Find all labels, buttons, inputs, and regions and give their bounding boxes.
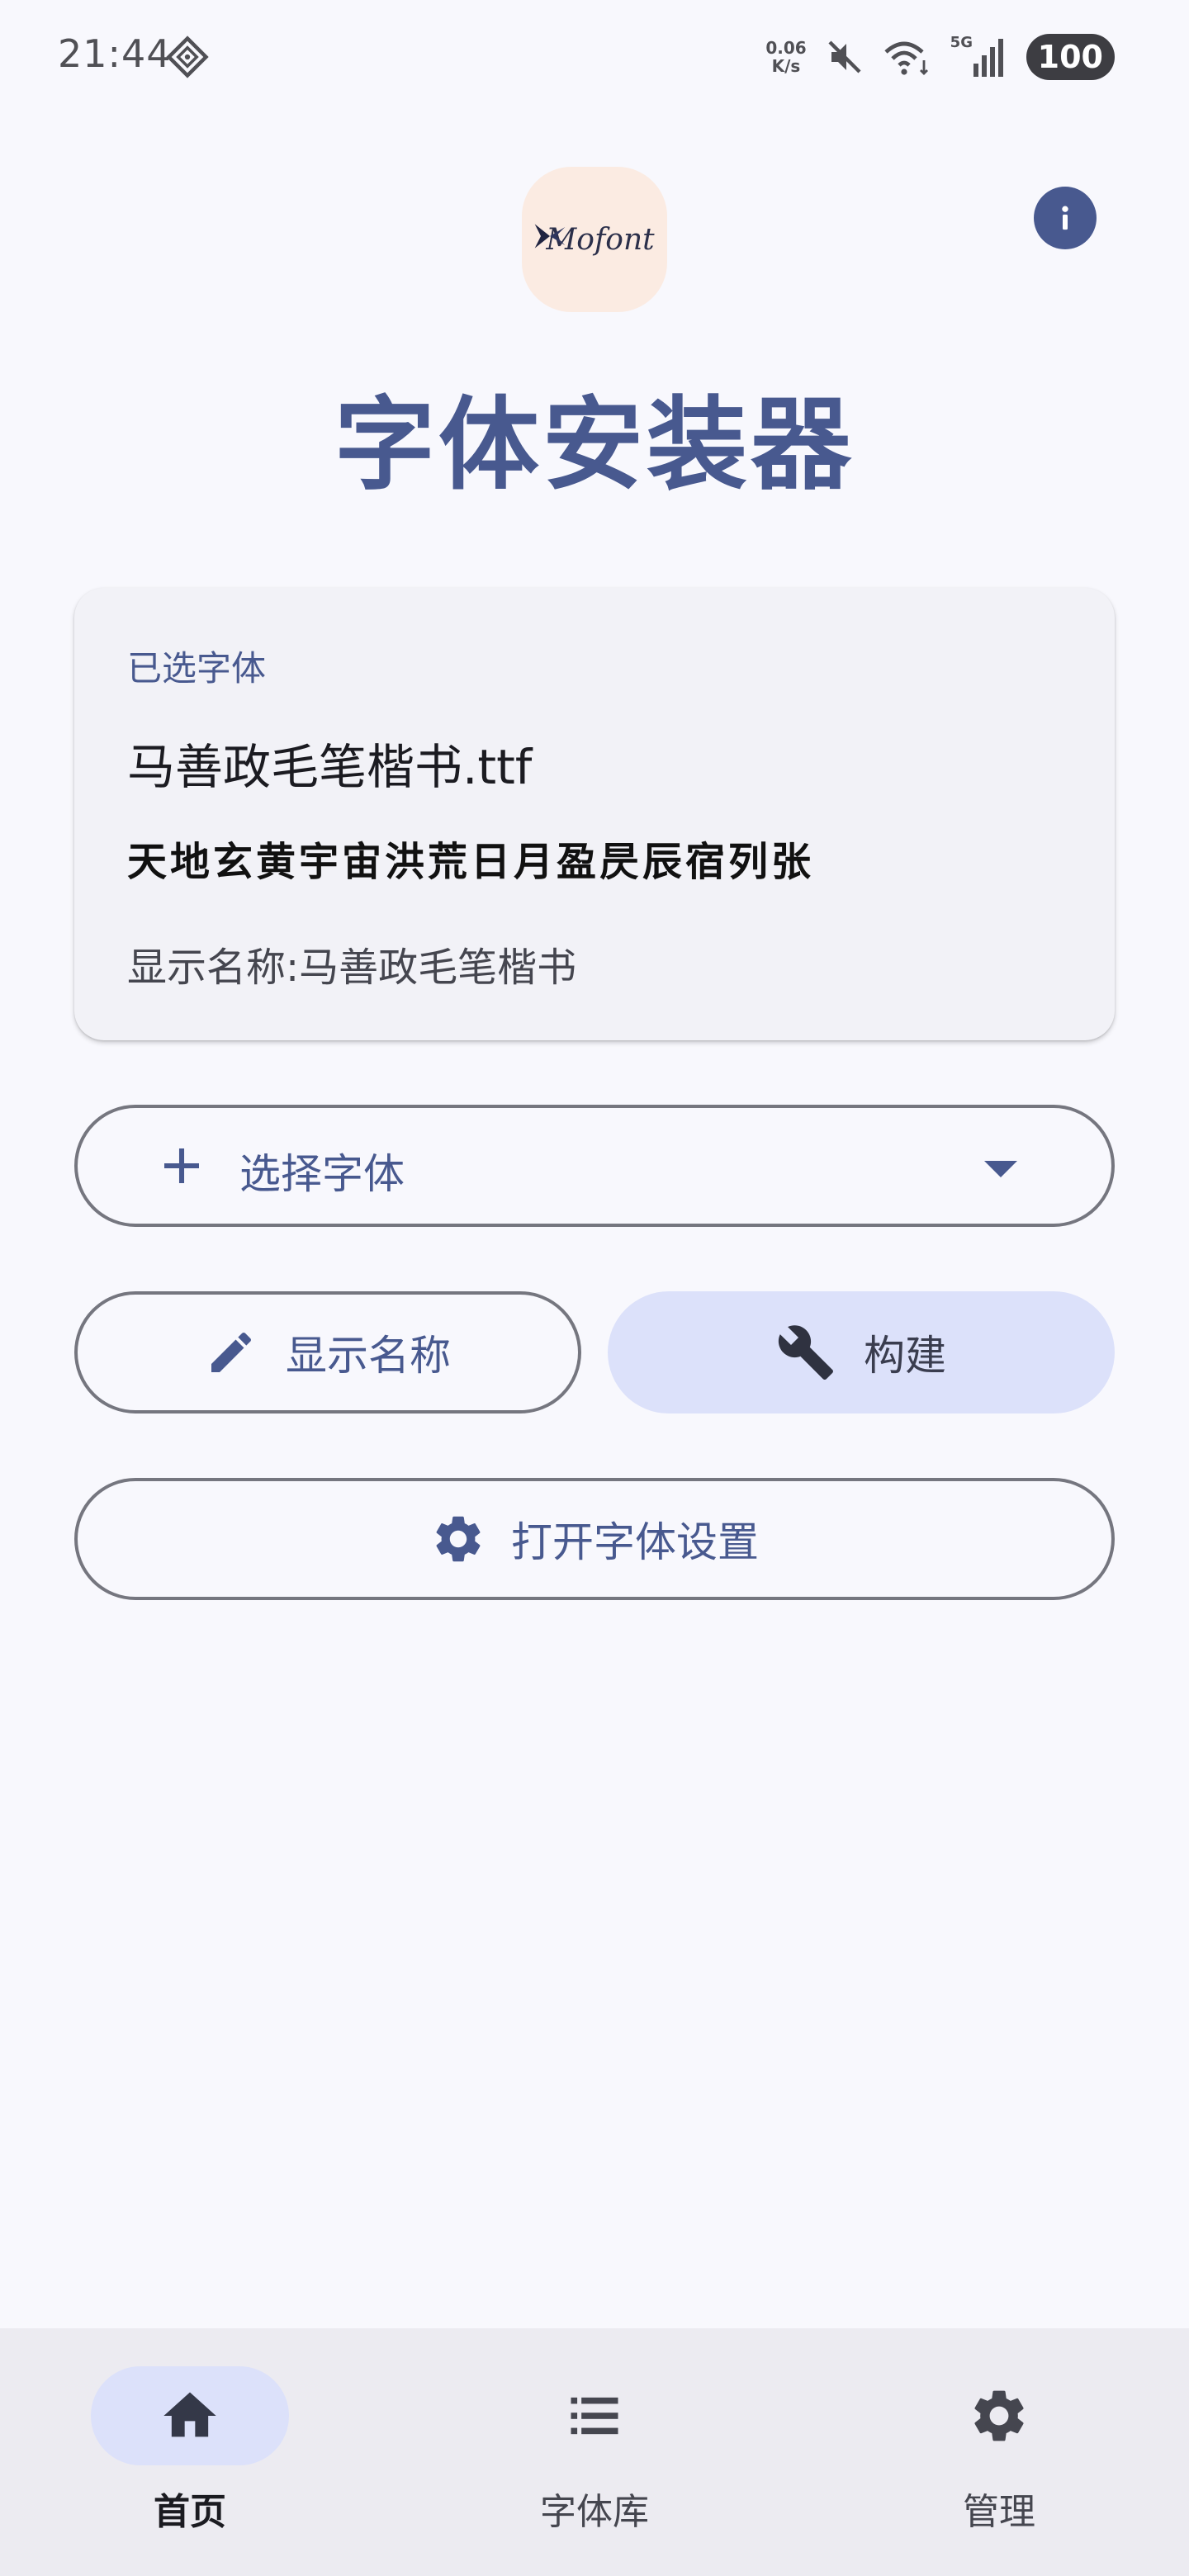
open-font-settings-button[interactable]: 打开字体设置 [74, 1478, 1115, 1600]
signal-bars-icon [973, 39, 1003, 77]
net-speed-unit: K/s [771, 56, 801, 76]
nav-manage-indicator [900, 2366, 1098, 2465]
net-speed: 0.06 K/s [765, 39, 806, 75]
pencil-icon [211, 1333, 251, 1372]
net-speed-value: 0.06 [765, 38, 807, 58]
nav-item-manage[interactable]: 管理 [875, 2366, 1123, 2535]
app-notification-icon [166, 36, 209, 78]
nav-item-font-library[interactable]: 字体库 [471, 2366, 718, 2535]
gear-icon [974, 2390, 1024, 2441]
build-button[interactable]: 构建 [608, 1291, 1115, 1413]
chevron-down-icon [984, 1161, 1017, 1177]
wifi-icon [884, 41, 928, 75]
bottom-navigation: 首页 字体库 管理 [0, 2328, 1189, 2576]
plus-icon [164, 1148, 199, 1183]
font-preview-text: 天地玄黄宇宙洪荒日月盈昃辰宿列张 [127, 839, 815, 885]
info-button[interactable] [1034, 187, 1097, 249]
status-time: 21:44 [58, 31, 172, 76]
font-filename: 马善政毛笔楷书.ttf [127, 739, 533, 795]
display-name-button[interactable]: 显示名称 [74, 1291, 581, 1413]
selected-font-card: 已选字体 马善政毛笔楷书.ttf 天地玄黄宇宙洪荒日月盈昃辰宿列张 显示名称:马… [74, 588, 1115, 1040]
battery-indicator: 100 [1026, 34, 1115, 80]
home-icon [163, 2392, 216, 2437]
page-title: 字体安装器 [334, 386, 855, 504]
build-button-label: 构建 [864, 1332, 946, 1380]
selected-font-label: 已选字体 [127, 648, 267, 689]
nav-item-home[interactable]: 首页 [66, 2366, 314, 2535]
list-icon [571, 2397, 618, 2435]
gear-icon [436, 1516, 481, 1562]
butterfly-icon [534, 224, 566, 249]
mute-icon [828, 40, 861, 73]
nav-font-library-label: 字体库 [540, 2491, 649, 2533]
display-name-button-label: 显示名称 [286, 1332, 451, 1380]
nav-home-label: 首页 [154, 2491, 226, 2533]
nav-font-library-indicator [495, 2366, 694, 2465]
select-font-button[interactable]: 选择字体 [74, 1105, 1115, 1227]
nav-manage-label: 管理 [963, 2491, 1035, 2533]
nav-home-indicator [91, 2366, 289, 2465]
open-font-settings-label: 打开字体设置 [511, 1518, 759, 1566]
select-font-label: 选择字体 [239, 1150, 405, 1198]
screen: 21:44 0.06 K/s 5G 100 Mofont 字体安装器 已选字体 … [0, 0, 1189, 2576]
info-icon [1062, 206, 1068, 230]
wrench-icon [778, 1325, 833, 1380]
display-name-text: 显示名称:马善政毛笔楷书 [127, 945, 577, 991]
signal-indicator: 5G [950, 34, 1008, 80]
status-bar: 21:44 0.06 K/s 5G 100 [0, 0, 1189, 107]
app-logo: Mofont [522, 167, 667, 312]
status-icons: 0.06 K/s 5G 100 [765, 28, 1115, 86]
